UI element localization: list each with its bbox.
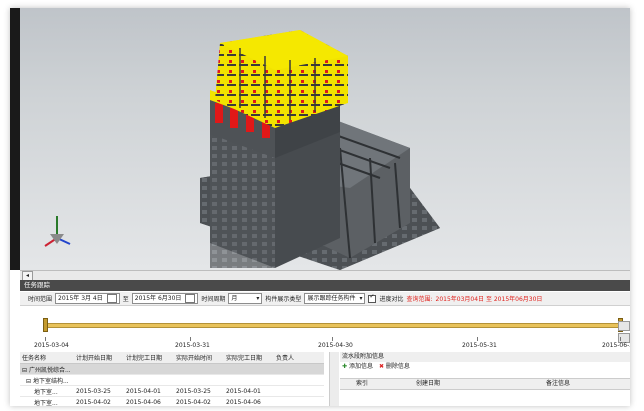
end-date-picker[interactable]: 2015年 6月30日: [131, 293, 199, 304]
table-row[interactable]: 地下室... 2015-04-02 2015-04-06 2015-04-02 …: [20, 396, 324, 406]
timeline-tick: [620, 337, 621, 341]
plus-icon: ✚: [342, 363, 348, 370]
task-table: 任务名称 计划开始日期 计划完工日期 实际开始时间 实际完工日期 负责人 ⊟ 广…: [20, 352, 339, 406]
query-range-label: 查询范围:: [406, 296, 433, 303]
timeline-side-button[interactable]: [618, 321, 630, 331]
column-header[interactable]: 创建日期: [416, 379, 546, 389]
timeline-tick-label: 2015-04-30: [318, 342, 353, 349]
progress-compare-label: 进度对比: [379, 296, 404, 303]
period-label: 时间周期: [201, 296, 226, 303]
panel-title: 任务跟踪: [20, 280, 630, 291]
column-header[interactable]: 负责人: [274, 352, 324, 364]
column-header[interactable]: 实际开始时间: [174, 352, 224, 364]
timeline-tick: [190, 337, 191, 341]
axis-gizmo-icon: [44, 216, 71, 247]
calendar-icon[interactable]: [106, 294, 117, 303]
table-row[interactable]: ⊟ 广州凯悦综合...: [20, 363, 324, 375]
display-type-select[interactable]: 展示跟踪任务构件 ▾: [304, 293, 366, 304]
chevron-down-icon: ▾: [256, 295, 260, 302]
period-select[interactable]: 月 ▾: [228, 293, 263, 304]
range-label: 时间范围: [28, 296, 53, 303]
app-window: ◂ 任务跟踪 时间范围 2015年 3月 4日 至 2015年 6月30日 时间…: [10, 8, 630, 406]
column-header[interactable]: 备注信息: [546, 379, 626, 389]
timeline-tick: [477, 337, 478, 341]
delete-icon: ✖: [378, 363, 384, 370]
building-model[interactable]: [10, 8, 630, 270]
column-header[interactable]: 计划完工日期: [124, 352, 174, 364]
timeline-tick-label: 2015-03-04: [34, 342, 69, 349]
timeline-tick: [332, 337, 333, 341]
timeline-start-handle[interactable]: [43, 318, 48, 332]
start-date-picker[interactable]: 2015年 3月 4日: [55, 293, 120, 304]
column-header[interactable]: 计划开始日期: [74, 352, 124, 364]
timeline-tick-label: 2015-03-31: [175, 342, 210, 349]
timeline-tick-label: 2015-05-31: [462, 342, 497, 349]
progress-compare-checkbox[interactable]: [368, 293, 377, 303]
collapse-icon[interactable]: ⊟: [26, 378, 31, 385]
segment-info-toolbar: ✚ 添加信息 ✖ 删除信息: [340, 362, 630, 372]
collapse-icon[interactable]: ⊟: [22, 367, 27, 374]
timeline-tick: [45, 337, 46, 341]
add-info-button[interactable]: ✚ 添加信息: [342, 362, 373, 372]
delete-info-button[interactable]: ✖ 删除信息: [379, 362, 410, 372]
filter-toolbar: 时间范围 2015年 3月 4日 至 2015年 6月30日 时间周期 月 ▾ …: [20, 292, 630, 306]
column-header[interactable]: 索引: [340, 379, 416, 389]
segment-info-panel: 流水段附加信息 ✚ 添加信息 ✖ 删除信息 索引 创建日期 备注信息: [340, 352, 630, 406]
to-label: 至: [122, 296, 129, 303]
column-header[interactable]: 任务名称: [20, 352, 74, 364]
table-row[interactable]: 地下室... 2015-03-25 2015-04-01 2015-03-25 …: [20, 385, 324, 397]
column-header[interactable]: 实际完工日期: [224, 352, 274, 364]
table-row[interactable]: ⊟ 地下室结构...: [20, 374, 324, 386]
model-viewport[interactable]: [10, 8, 630, 270]
timeline-track[interactable]: [44, 323, 624, 328]
query-range-value: 2015年03月04日 至 2015年06月30日: [435, 296, 543, 303]
segment-info-header: 索引 创建日期 备注信息: [340, 378, 630, 390]
timeline-tick-label: 2015-06-30: [602, 342, 630, 349]
display-type-label: 构件展示类型: [265, 296, 302, 303]
task-table-scrollbar[interactable]: [329, 352, 339, 406]
chevron-down-icon: ▾: [359, 295, 363, 302]
timeline-slider[interactable]: 2015-03-04 2015-03-31 2015-04-30 2015-05…: [20, 307, 630, 351]
viewport-scrollbar[interactable]: ◂: [20, 270, 630, 281]
segment-info-title: 流水段附加信息: [340, 352, 630, 362]
calendar-icon[interactable]: [185, 294, 196, 303]
